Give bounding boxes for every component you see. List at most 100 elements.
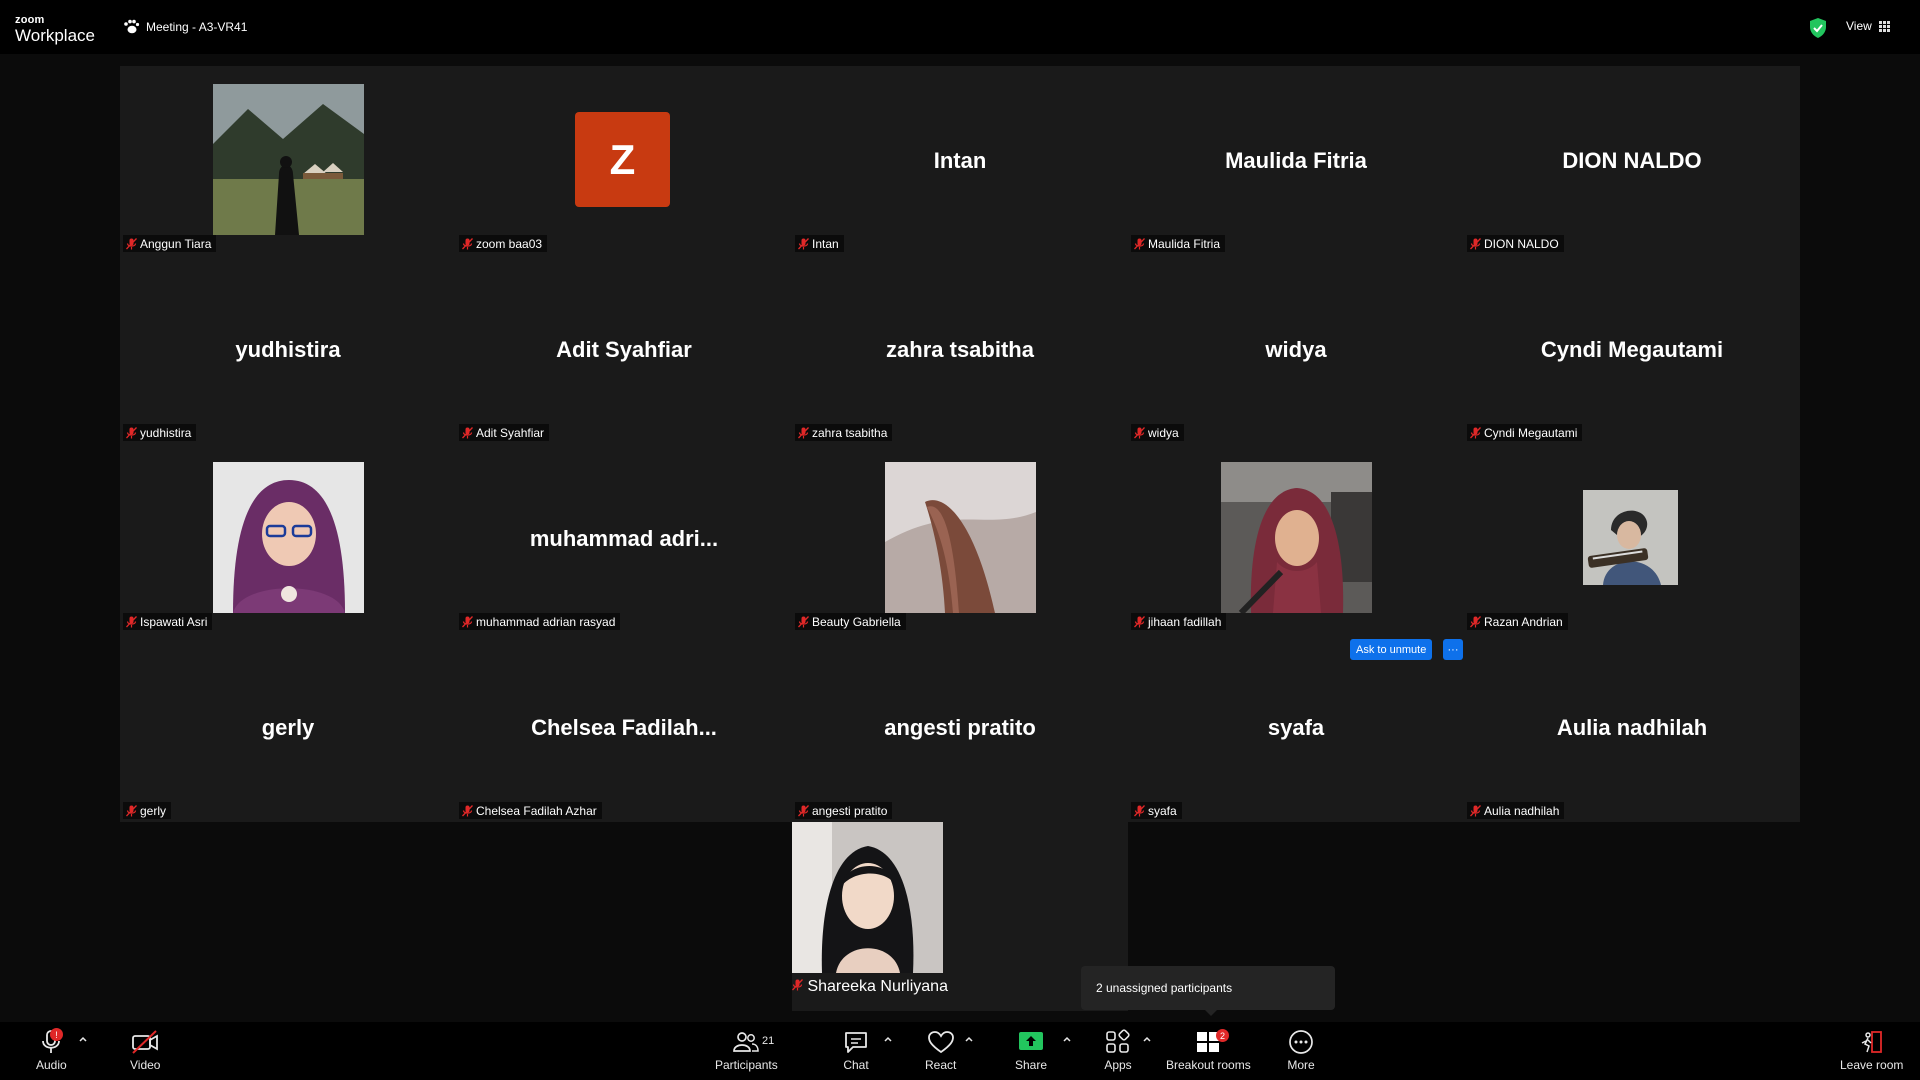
participant-tile[interactable]: angesti pratito angesti pratito <box>792 633 1128 822</box>
chat-options-caret-icon[interactable] <box>883 1034 893 1044</box>
muted-mic-icon <box>126 615 137 627</box>
react-button[interactable]: React <box>925 1028 956 1072</box>
participant-name-label: Anggun Tiara <box>123 235 217 252</box>
more-icon <box>1289 1030 1313 1054</box>
apps-icon <box>1106 1029 1130 1053</box>
muted-mic-icon <box>1470 804 1481 816</box>
participant-name-label: Beauty Gabriella <box>795 613 906 630</box>
share-button[interactable]: Share <box>1015 1028 1047 1072</box>
participant-name-label: syafa <box>1131 802 1182 819</box>
share-label: Share <box>1015 1058 1048 1072</box>
participant-tile[interactable]: Cyndi Megautami Cyndi Megautami <box>1464 255 1800 444</box>
participant-video-portrait-dark <box>792 822 1128 978</box>
participant-tile[interactable]: Adit Syahfiar Adit Syahfiar <box>456 255 792 444</box>
participant-tile[interactable]: widya widya <box>1128 255 1464 444</box>
breakout-rooms-button[interactable]: Breakout rooms <box>1166 1028 1251 1072</box>
participant-tile[interactable]: Razan Andrian <box>1464 444 1800 633</box>
muted-mic-icon <box>126 804 137 816</box>
muted-mic-icon <box>798 804 809 816</box>
participant-tile[interactable]: Shareeka Nurliyana <box>792 822 1128 1011</box>
apps-button[interactable]: Apps <box>1103 1028 1133 1072</box>
view-button[interactable]: View <box>1846 19 1890 33</box>
participant-name-label: zahra tsabitha <box>795 424 893 441</box>
apps-label: Apps <box>1104 1058 1132 1072</box>
share-screen-icon <box>1019 1032 1044 1050</box>
more-label: More <box>1287 1058 1315 1072</box>
security-shield-icon[interactable] <box>1808 17 1828 39</box>
participant-display-name: Aulia nadhilah <box>1556 714 1708 740</box>
leave-room-button[interactable]: Leave room <box>1840 1028 1903 1072</box>
apps-options-caret-icon[interactable] <box>1142 1034 1152 1044</box>
participant-name-label: jihaan fadillah <box>1131 613 1227 630</box>
ask-to-unmute-button[interactable]: Ask to unmute <box>1350 639 1433 660</box>
participant-display-name: Cyndi Megautami <box>1540 336 1724 362</box>
participant-tile[interactable]: muhammad adri... muhammad adrian rasyad <box>456 444 792 633</box>
participant-more-button[interactable]: ··· <box>1443 639 1463 660</box>
participant-name-label: Maulida Fitria <box>1131 235 1226 252</box>
participant-tile[interactable]: Aulia nadhilah Aulia nadhilah <box>1464 633 1800 822</box>
participant-tile[interactable]: yudhistira yudhistira <box>120 255 456 444</box>
more-button[interactable]: More <box>1286 1028 1316 1072</box>
video-gallery: Anggun Tiara Zzoom baa03 Intan Intan Maulida… <box>120 66 1800 822</box>
muted-mic-icon <box>792 979 803 991</box>
participants-icon <box>733 1032 760 1052</box>
participant-tile[interactable]: Ispawati Asri <box>120 444 456 633</box>
participant-name: DION NALDO <box>1484 236 1559 251</box>
participant-name: widya <box>1148 425 1179 440</box>
participant-name: Anggun Tiara <box>140 236 212 251</box>
muted-mic-icon <box>462 615 473 627</box>
participant-tile[interactable]: Chelsea Fadilah... Chelsea Fadilah Azhar <box>456 633 792 822</box>
logo-bottom-text: Workplace <box>15 26 95 45</box>
participant-name: Chelsea Fadilah Azhar <box>476 803 597 818</box>
participant-display-name: gerly <box>261 714 315 740</box>
audio-options-caret-icon[interactable] <box>78 1034 88 1044</box>
chat-button[interactable]: Chat <box>841 1028 871 1072</box>
participant-name: Ispawati Asri <box>140 614 208 629</box>
participant-tile[interactable]: Zzoom baa03 <box>456 66 792 255</box>
participant-name-label: Ispawati Asri <box>123 613 213 630</box>
muted-mic-icon <box>798 426 809 438</box>
participant-tile[interactable]: jihaan fadillah <box>1128 444 1464 633</box>
participant-name-label: zoom baa03 <box>459 235 548 252</box>
participants-count: 21 <box>762 1035 775 1047</box>
muted-mic-icon <box>462 804 473 816</box>
muted-mic-icon <box>462 237 473 249</box>
react-options-caret-icon[interactable] <box>964 1034 974 1044</box>
top-bar: zoom Workplace Meeting - A3-VR41 View <box>0 0 1920 54</box>
participant-tile[interactable]: Anggun Tiara <box>120 66 456 255</box>
participant-tile[interactable]: zahra tsabitha zahra tsabitha <box>792 255 1128 444</box>
participant-tile[interactable]: Intan Intan <box>792 66 1128 255</box>
leave-door-icon <box>1861 1031 1882 1053</box>
share-options-caret-icon[interactable] <box>1062 1034 1072 1044</box>
participant-name-label: Shareeka Nurliyana <box>792 978 1128 996</box>
participant-name-label: widya <box>1131 424 1184 441</box>
participant-display-name: widya <box>1265 336 1327 362</box>
meeting-info[interactable]: Meeting - A3-VR41 <box>122 19 247 35</box>
participant-tile[interactable]: DION NALDO DION NALDO <box>1464 66 1800 255</box>
participant-tile[interactable]: syafa syafa <box>1128 633 1464 822</box>
heart-icon <box>927 1031 954 1054</box>
participant-tile[interactable]: Maulida Fitria Maulida Fitria <box>1128 66 1464 255</box>
muted-mic-icon <box>798 615 809 627</box>
unassigned-participants-tooltip: 2 unassigned participants <box>1081 966 1335 1016</box>
participant-video-closeup-brown <box>885 462 1036 613</box>
muted-mic-icon <box>1470 615 1481 627</box>
participant-name: syafa <box>1148 803 1177 818</box>
participant-display-name: zahra tsabitha <box>886 336 1034 362</box>
participant-name: Maulida Fitria <box>1148 236 1221 251</box>
meeting-title: Meeting - A3-VR41 <box>146 20 248 34</box>
participant-name-label: Adit Syahfiar <box>459 424 550 441</box>
participant-name-label: Chelsea Fadilah Azhar <box>459 802 602 819</box>
grid-icon <box>1878 20 1890 32</box>
react-label: React <box>925 1058 957 1072</box>
participant-name-label: Cyndi Megautami <box>1467 424 1583 441</box>
participant-tile[interactable]: gerly gerly <box>120 633 456 822</box>
participant-tile[interactable]: Beauty Gabriella <box>792 444 1128 633</box>
participant-name: Cyndi Megautami <box>1484 425 1578 440</box>
video-button[interactable]: Video <box>130 1028 160 1072</box>
participant-video-portrait-car <box>1221 462 1372 613</box>
paw-icon <box>124 19 140 34</box>
muted-mic-icon <box>1134 804 1145 816</box>
participant-display-name: Adit Syahfiar <box>556 336 692 362</box>
participant-name: zahra tsabitha <box>812 425 888 440</box>
